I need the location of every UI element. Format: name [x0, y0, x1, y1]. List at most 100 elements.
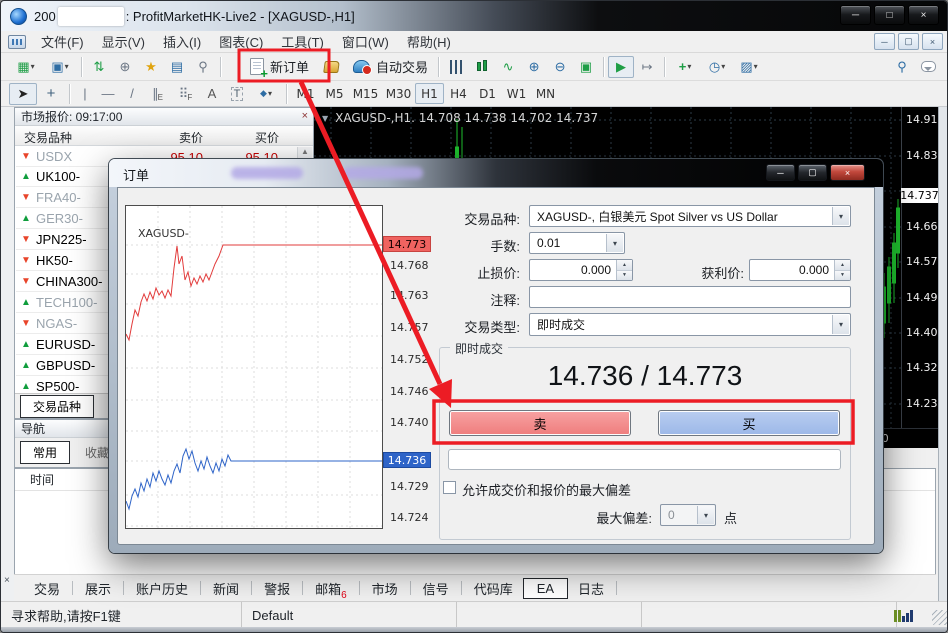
timeframe-h1[interactable]: H1: [415, 83, 444, 104]
crosshair-tool-button[interactable]: +: [37, 83, 65, 105]
sell-button[interactable]: 卖: [449, 410, 631, 436]
vertical-line-tool[interactable]: |: [74, 83, 96, 105]
dialog-restore-button[interactable]: ▢: [798, 164, 827, 181]
max-deviation-checkbox[interactable]: [443, 481, 456, 494]
trendline-tool[interactable]: /: [120, 83, 144, 105]
timeframe-w1[interactable]: W1: [502, 83, 531, 104]
column-ask[interactable]: 买价: [255, 129, 279, 146]
chevron-down-icon[interactable]: ▾: [606, 234, 623, 252]
new-order-button[interactable]: 新订单: [243, 55, 316, 79]
menu-help[interactable]: 帮助(H): [398, 31, 460, 52]
timeframe-m1[interactable]: M1: [291, 83, 320, 104]
mdi-close-button[interactable]: ×: [922, 33, 943, 50]
market-watch-button[interactable]: ▤: [164, 56, 190, 78]
auto-trading-button[interactable]: 自动交易: [347, 55, 434, 79]
menu-charts[interactable]: 图表(C): [210, 31, 272, 52]
chat-button[interactable]: [915, 56, 941, 78]
tab-code-base[interactable]: 代码库: [464, 576, 523, 601]
templates-button[interactable]: ▨▾: [733, 56, 765, 78]
chevron-down-icon[interactable]: ▾: [832, 315, 849, 334]
timeframe-m15[interactable]: M15: [349, 83, 382, 104]
tab-exposure[interactable]: 展示: [75, 576, 121, 601]
tab-alerts[interactable]: 警报: [254, 576, 300, 601]
arrows-tool-button[interactable]: ◆▾: [250, 83, 282, 105]
result-field[interactable]: [448, 449, 841, 470]
chart-system-icon[interactable]: [8, 35, 26, 49]
tile-windows-button[interactable]: ▣: [573, 56, 599, 78]
column-time[interactable]: 时间: [30, 471, 54, 488]
column-symbol[interactable]: 交易品种: [24, 129, 72, 146]
timeframe-mn[interactable]: MN: [531, 83, 560, 104]
indicators-button[interactable]: +▾: [669, 56, 701, 78]
timeframe-d1[interactable]: D1: [473, 83, 502, 104]
maximize-button[interactable]: □: [874, 5, 905, 25]
menu-window[interactable]: 窗口(W): [333, 31, 398, 52]
text-label-tool[interactable]: T: [224, 83, 250, 105]
chevron-down-icon[interactable]: ▼: [322, 114, 328, 123]
menu-insert[interactable]: 插入(I): [154, 31, 210, 52]
tab-trade[interactable]: 交易: [24, 576, 70, 601]
fibonacci-tool[interactable]: ⠿F: [172, 83, 200, 105]
mdi-minimize-button[interactable]: ─: [874, 33, 895, 50]
text-tool[interactable]: A: [200, 83, 224, 105]
timeframe-m30[interactable]: M30: [382, 83, 415, 104]
profiles-button[interactable]: ▣▾: [43, 56, 77, 78]
order-dialog-titlebar[interactable]: 订单 ─ ▢ ×: [109, 159, 883, 187]
symbol-select[interactable]: XAGUSD-, 白银美元 Spot Silver vs US Dollar ▾: [529, 205, 851, 227]
tab-experts[interactable]: EA: [523, 578, 568, 599]
candlestick-mode-button[interactable]: [469, 56, 495, 78]
tab-mailbox[interactable]: 邮箱6: [305, 576, 357, 601]
terminal-close-icon[interactable]: ×: [4, 576, 10, 586]
tab-common[interactable]: 常用: [20, 441, 70, 464]
buy-button[interactable]: 买: [658, 410, 840, 436]
tab-market[interactable]: 市场: [362, 576, 408, 601]
zoom-in-button[interactable]: ⊕: [521, 56, 547, 78]
timeframe-m5[interactable]: M5: [320, 83, 349, 104]
strategy-tester-button[interactable]: ⚲: [190, 56, 216, 78]
volume-select[interactable]: 0.01 ▾: [529, 232, 625, 254]
timeframe-h4[interactable]: H4: [444, 83, 473, 104]
spin-up-icon[interactable]: ▲: [835, 260, 850, 271]
dialog-close-button[interactable]: ×: [830, 164, 865, 181]
auto-scroll-button[interactable]: ▶: [608, 56, 634, 78]
close-button[interactable]: ×: [908, 5, 939, 25]
spin-up-icon[interactable]: ▲: [617, 260, 632, 271]
search-icon[interactable]: ⚲: [889, 56, 915, 78]
horizontal-line-tool[interactable]: —: [96, 83, 120, 105]
chevron-down-icon[interactable]: ▾: [832, 207, 849, 225]
tab-symbols[interactable]: 交易品种: [20, 395, 94, 418]
chevron-down-icon[interactable]: ▾: [697, 506, 714, 524]
spin-down-icon[interactable]: ▼: [835, 271, 850, 281]
order-type-select[interactable]: 即时成交 ▾: [529, 313, 851, 336]
dialog-minimize-button[interactable]: ─: [766, 164, 795, 181]
resize-grip[interactable]: [932, 610, 947, 625]
crosshair-mode-button[interactable]: ⊕: [112, 56, 138, 78]
price-scale[interactable]: 14.915 14.830 14.660 14.575 14.490 14.40…: [901, 107, 938, 428]
max-deviation-select[interactable]: 0 ▾: [660, 504, 716, 526]
stop-loss-stepper[interactable]: 0.000 ▲▼: [529, 259, 633, 281]
column-bid[interactable]: 卖价: [179, 129, 203, 146]
tab-news[interactable]: 新闻: [203, 576, 249, 601]
spin-down-icon[interactable]: ▼: [617, 271, 632, 281]
comment-input[interactable]: [529, 286, 851, 308]
menu-tools[interactable]: 工具(T): [272, 31, 333, 52]
take-profit-stepper[interactable]: 0.000 ▲▼: [749, 259, 851, 281]
tab-account-history[interactable]: 账户历史: [126, 576, 198, 601]
tab-signals[interactable]: 信号: [413, 576, 459, 601]
cursor-tool-button[interactable]: ➤: [9, 83, 37, 105]
chart-shift-button[interactable]: ↦: [634, 56, 660, 78]
tick-chart-button[interactable]: ⇅: [86, 56, 112, 78]
menu-file[interactable]: 文件(F): [32, 31, 93, 52]
zoom-out-button[interactable]: ⊖: [547, 56, 573, 78]
menu-view[interactable]: 显示(V): [93, 31, 154, 52]
tab-journal[interactable]: 日志: [568, 576, 614, 601]
expert-library-icon[interactable]: [323, 61, 340, 73]
history-center-button[interactable]: ★: [138, 56, 164, 78]
market-watch-header[interactable]: 市场报价: 09:17:00 ×: [15, 108, 313, 126]
minimize-button[interactable]: ─: [840, 5, 871, 25]
bar-chart-mode-button[interactable]: [443, 56, 469, 78]
close-icon[interactable]: ×: [302, 110, 308, 122]
scroll-up-icon[interactable]: ▲: [301, 147, 309, 156]
mdi-restore-button[interactable]: ▢: [898, 33, 919, 50]
periods-button[interactable]: ◷▾: [701, 56, 733, 78]
